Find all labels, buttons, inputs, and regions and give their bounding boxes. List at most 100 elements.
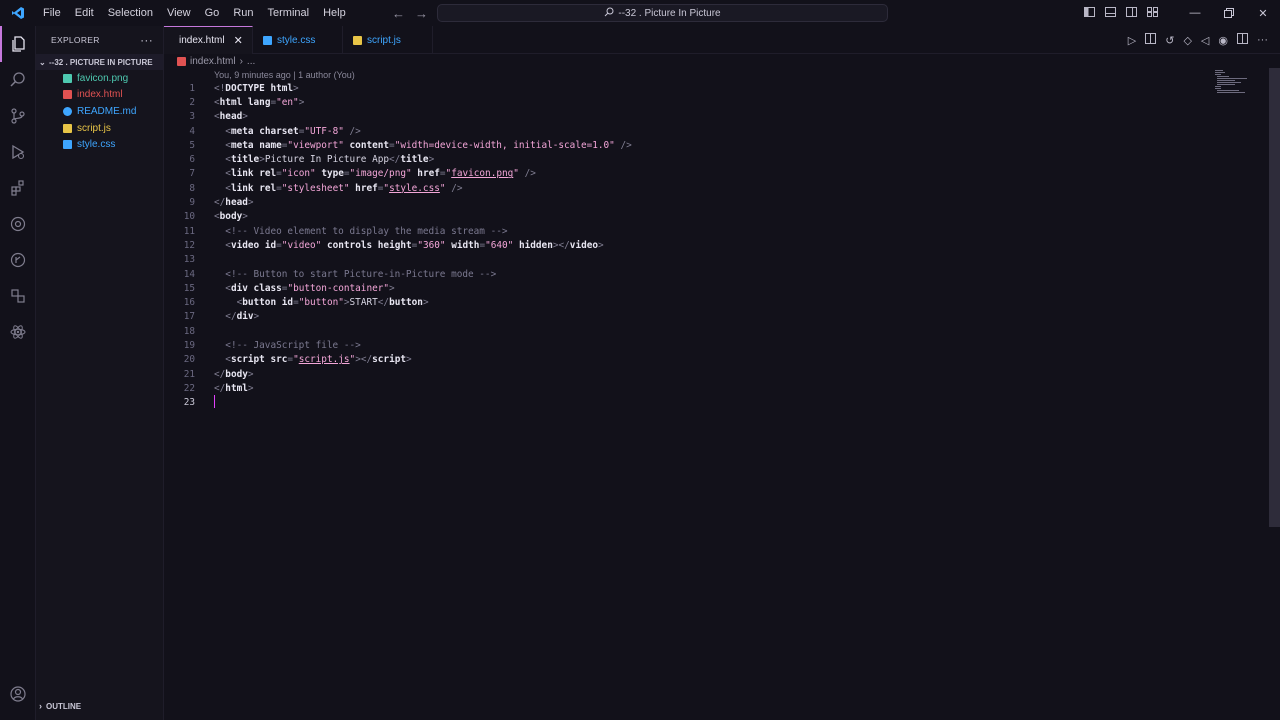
line-number: 21 — [183, 368, 195, 380]
minimap-line — [1215, 86, 1221, 87]
code-line: 23 — [164, 396, 195, 410]
remote-explorer-icon[interactable] — [0, 206, 36, 242]
minimap-line — [1217, 92, 1245, 93]
code-line: 5 <meta name="viewport" content="width=d… — [164, 138, 631, 152]
code-editor[interactable]: You, 9 minutes ago | 1 author (You) 1 <!D… — [164, 68, 1210, 720]
info-file-icon — [63, 106, 72, 116]
chevron-right-icon: › — [39, 701, 42, 711]
text-cursor — [214, 395, 215, 408]
menu-file[interactable]: File — [36, 0, 68, 26]
more-actions-icon[interactable]: ··· — [140, 33, 153, 47]
search-icon — [604, 7, 614, 20]
compare-icon[interactable]: ◇ — [1183, 34, 1191, 47]
vertical-scrollbar[interactable] — [1269, 68, 1280, 527]
outline-section[interactable]: › OUTLINE — [36, 697, 81, 715]
run-icon[interactable]: ▷ — [1128, 34, 1136, 47]
explorer-sidebar: EXPLORER ··· ⌄ --32 . PICTURE IN PICTURE… — [36, 26, 164, 720]
file-script-js[interactable]: script.js — [36, 120, 163, 137]
js-file-icon — [63, 123, 72, 133]
file-index-html[interactable]: index.html — [36, 87, 163, 104]
editor-actions: ▷ ↺ ◇ ◁ ◉ ··· — [1128, 26, 1280, 54]
html-file-icon — [63, 90, 72, 100]
minimize-icon[interactable]: — — [1178, 0, 1212, 26]
explorer-icon[interactable] — [0, 26, 36, 62]
run-debug-icon[interactable] — [0, 134, 36, 170]
close-tab-icon[interactable]: ✕ — [234, 34, 243, 47]
close-icon[interactable]: ✕ — [1246, 0, 1280, 26]
command-center[interactable]: --32 . Picture In Picture — [437, 4, 888, 22]
file-readme[interactable]: README.md — [36, 103, 163, 120]
line-number: 22 — [183, 382, 195, 394]
file-favicon[interactable]: favicon.png — [36, 70, 163, 87]
activity-bar — [0, 26, 36, 720]
code-line: 7 <link rel="icon" type="image/png" href… — [164, 167, 536, 181]
extensions-icon[interactable] — [0, 170, 36, 206]
search-activity-icon[interactable] — [0, 62, 36, 98]
line-number: 1 — [189, 82, 195, 94]
explorer-header: EXPLORER ··· — [36, 26, 163, 54]
file-name: README.md — [77, 105, 137, 117]
minimap-line — [1215, 88, 1221, 89]
line-number: 23 — [183, 397, 195, 409]
menu-help[interactable]: Help — [316, 0, 353, 26]
toggle-panel-icon[interactable] — [1105, 6, 1116, 20]
title-bar: File Edit Selection View Go Run Terminal… — [0, 0, 1280, 26]
line-number: 6 — [189, 154, 195, 166]
menu-selection[interactable]: Selection — [101, 0, 160, 26]
line-number: 19 — [183, 340, 195, 352]
code-line: 20 <script src="script.js"></script> — [164, 353, 412, 367]
source-control-icon[interactable] — [0, 98, 36, 134]
minimap-line — [1217, 84, 1235, 85]
file-style-css[interactable]: style.css — [36, 136, 163, 153]
customize-layout-icon[interactable] — [1147, 6, 1158, 20]
toggle-sidebar-icon[interactable] — [1084, 6, 1095, 20]
code-line: 17 </div> — [164, 310, 259, 324]
menu-run[interactable]: Run — [226, 0, 260, 26]
menu-terminal[interactable]: Terminal — [261, 0, 317, 26]
github-icon[interactable] — [0, 242, 36, 278]
menu-go[interactable]: Go — [198, 0, 227, 26]
folder-root[interactable]: ⌄ --32 . PICTURE IN PICTURE — [36, 54, 163, 70]
line-number: 3 — [189, 111, 195, 123]
editor-tabs: index.html ✕ style.css script.js ▷ ↺ ◇ ◁… — [164, 26, 1280, 54]
file-name: style.css — [77, 139, 116, 151]
breadcrumb-rest[interactable]: ... — [247, 56, 255, 67]
go-back-icon[interactable]: ↺ — [1165, 34, 1174, 47]
menu-edit[interactable]: Edit — [68, 0, 101, 26]
navigation-arrows: ← → — [392, 0, 428, 26]
layout-controls — [1084, 6, 1158, 20]
minimap-line — [1217, 80, 1235, 81]
tab-index-html[interactable]: index.html ✕ — [164, 26, 253, 54]
restore-icon[interactable] — [1212, 0, 1246, 26]
title-right-controls: — ✕ — [1084, 0, 1280, 26]
account-icon[interactable] — [0, 676, 36, 712]
back-arrow-icon[interactable]: ← — [392, 6, 405, 21]
minimap-line — [1217, 76, 1229, 77]
tab-style-css[interactable]: style.css — [253, 26, 343, 54]
code-line: 2 <html lang="en"> — [164, 95, 304, 109]
menu-view[interactable]: View — [160, 0, 198, 26]
tab-script-js[interactable]: script.js — [343, 26, 433, 54]
file-name: favicon.png — [77, 72, 129, 84]
open-preview-icon[interactable] — [1145, 33, 1157, 47]
toggle-secondary-sidebar-icon[interactable] — [1126, 6, 1137, 20]
code-line: 13 — [164, 253, 195, 267]
react-icon[interactable] — [0, 314, 36, 350]
split-editor-icon[interactable] — [1237, 33, 1248, 47]
diff-icon[interactable]: ◁ — [1201, 34, 1209, 47]
breadcrumb-file[interactable]: index.html — [190, 56, 236, 67]
explorer-title: EXPLORER — [51, 35, 100, 45]
line-number: 20 — [183, 354, 195, 366]
remote-icon[interactable] — [0, 278, 36, 314]
code-line: 22 </html> — [164, 381, 254, 395]
line-number: 9 — [189, 197, 195, 209]
code-line: 3 <head> — [164, 110, 248, 124]
breadcrumb: index.html › ... — [164, 54, 255, 68]
code-line: 1 <!DOCTYPE html> — [164, 81, 298, 95]
forward-arrow-icon[interactable]: → — [415, 6, 428, 21]
more-actions-icon[interactable]: ··· — [1257, 34, 1268, 46]
code-line: 9 </head> — [164, 195, 253, 209]
minimap[interactable] — [1213, 68, 1269, 720]
code-line: 12 <video id="video" controls height="36… — [164, 238, 604, 252]
live-share-icon[interactable]: ◉ — [1218, 34, 1228, 47]
